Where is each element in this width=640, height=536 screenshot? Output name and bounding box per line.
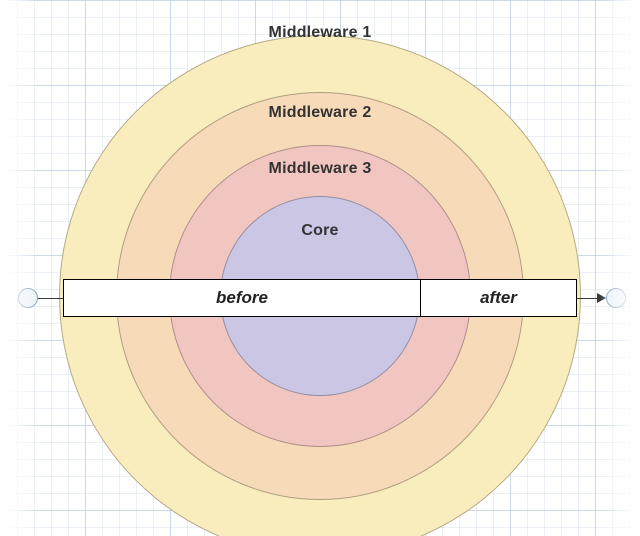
before-cell: before bbox=[63, 279, 421, 317]
ring-label-3: Core bbox=[210, 222, 430, 240]
start-connector bbox=[38, 298, 63, 299]
before-label: before bbox=[216, 288, 268, 308]
start-node bbox=[18, 288, 38, 308]
ring-label-1: Middleware 2 bbox=[210, 104, 430, 122]
ring-label-0: Middleware 1 bbox=[210, 24, 430, 42]
arrow-head-icon bbox=[597, 293, 606, 303]
ring-label-2: Middleware 3 bbox=[210, 160, 430, 178]
diagram-canvas: Middleware 1 Middleware 2 Middleware 3 Core… bbox=[0, 0, 640, 536]
after-label: after bbox=[480, 288, 517, 308]
end-node bbox=[606, 288, 626, 308]
end-connector bbox=[577, 298, 597, 299]
after-cell: after bbox=[420, 279, 577, 317]
